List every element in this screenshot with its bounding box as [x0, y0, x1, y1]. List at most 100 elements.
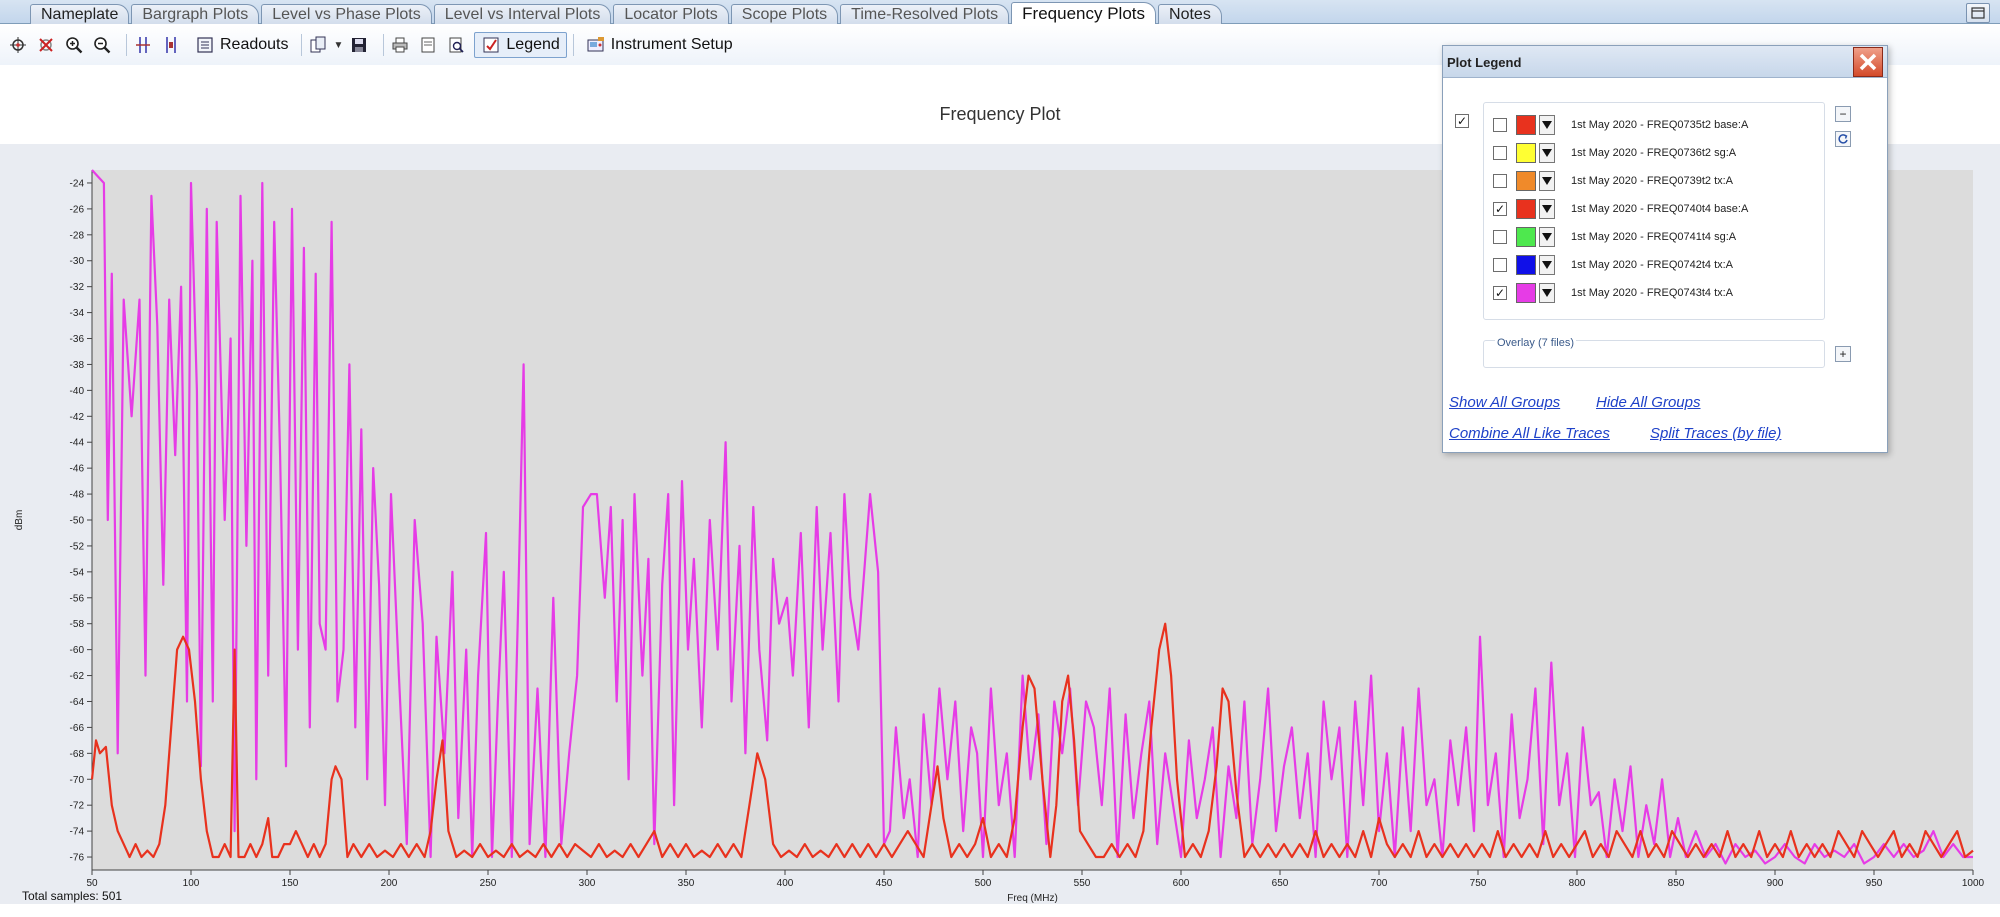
y-tick-label: -70	[70, 775, 85, 786]
y-tick-label: -44	[70, 438, 85, 449]
chevron-down-icon	[1542, 177, 1552, 185]
legend-item-checkbox[interactable]	[1493, 230, 1507, 244]
legend-dropdown-button[interactable]	[1539, 199, 1555, 219]
legend-dropdown-button[interactable]	[1539, 143, 1555, 163]
x-tick-label: 550	[1074, 878, 1091, 889]
x-tick-label: 650	[1272, 878, 1289, 889]
x-tick-label: 350	[678, 878, 695, 889]
legend-item-checkbox[interactable]: ✓	[1493, 286, 1507, 300]
x-tick-label: 600	[1173, 878, 1190, 889]
legend-item-label: 1st May 2020 - FREQ0741t4 sg:A	[1571, 231, 1737, 243]
y-tick-label: -54	[70, 567, 85, 578]
y-tick-label: -46	[70, 464, 85, 475]
refresh-icon	[1838, 134, 1848, 144]
legend-dropdown-button[interactable]	[1539, 115, 1555, 135]
legend-dropdown-button[interactable]	[1539, 283, 1555, 303]
legend-item-label: 1st May 2020 - FREQ0735t2 base:A	[1571, 119, 1749, 131]
x-tick-label: 1000	[1962, 878, 1985, 889]
group-checkbox[interactable]: ✓	[1455, 114, 1469, 128]
legend-color-swatch[interactable]	[1516, 283, 1536, 303]
chevron-down-icon	[1542, 289, 1552, 297]
legend-item-checkbox[interactable]	[1493, 118, 1507, 132]
y-tick-label: -40	[70, 386, 85, 397]
y-tick-label: -52	[70, 541, 85, 552]
legend-item-checkbox[interactable]: ✓	[1493, 202, 1507, 216]
legend-dropdown-button[interactable]	[1539, 255, 1555, 275]
show-all-groups-link[interactable]: Show All Groups	[1449, 394, 1560, 411]
close-icon	[1859, 53, 1877, 71]
legend-title: Plot Legend	[1447, 55, 1522, 70]
overlay-label: Overlay (7 files)	[1495, 337, 1577, 349]
legend-item: 1st May 2020 - FREQ0735t2 base:A	[1493, 112, 1748, 138]
y-tick-label: -26	[70, 204, 85, 215]
y-tick-label: -72	[70, 801, 85, 812]
x-tick-label: 100	[183, 878, 200, 889]
x-tick-label: 850	[1668, 878, 1685, 889]
y-tick-label: -66	[70, 723, 85, 734]
chevron-down-icon	[1542, 149, 1552, 157]
chevron-down-icon	[1542, 261, 1552, 269]
chevron-down-icon	[1542, 121, 1552, 129]
refresh-group-button[interactable]	[1835, 131, 1851, 147]
legend-dropdown-button[interactable]	[1539, 227, 1555, 247]
y-tick-label: -50	[70, 516, 85, 527]
legend-close-button[interactable]	[1853, 47, 1883, 77]
y-tick-label: -30	[70, 256, 85, 267]
y-tick-label: -60	[70, 645, 85, 656]
legend-item: 1st May 2020 - FREQ0741t4 sg:A	[1493, 224, 1736, 250]
x-tick-label: 950	[1866, 878, 1883, 889]
y-axis-label: dBm	[14, 510, 25, 531]
plus-icon: +	[1839, 347, 1847, 361]
x-tick-label: 50	[86, 878, 98, 889]
y-tick-label: -64	[70, 697, 85, 708]
x-tick-label: 800	[1569, 878, 1586, 889]
y-tick-label: -74	[70, 827, 85, 838]
chevron-down-icon	[1542, 205, 1552, 213]
master-checkbox-wrap: ✓	[1455, 112, 1469, 130]
legend-color-swatch[interactable]	[1516, 199, 1536, 219]
legend-item-label: 1st May 2020 - FREQ0743t4 tx:A	[1571, 287, 1734, 299]
x-tick-label: 700	[1371, 878, 1388, 889]
legend-color-swatch[interactable]	[1516, 143, 1536, 163]
legend-item-label: 1st May 2020 - FREQ0736t2 sg:A	[1571, 147, 1737, 159]
y-tick-label: -36	[70, 334, 85, 345]
x-tick-label: 750	[1470, 878, 1487, 889]
split-traces-link[interactable]: Split Traces (by file)	[1650, 425, 1781, 442]
x-tick-label: 200	[381, 878, 398, 889]
hide-all-groups-link[interactable]: Hide All Groups	[1596, 394, 1701, 411]
legend-item: ✓ 1st May 2020 - FREQ0743t4 tx:A	[1493, 280, 1733, 306]
y-tick-label: -48	[70, 490, 85, 501]
y-tick-label: -58	[70, 619, 85, 630]
legend-item: ✓ 1st May 2020 - FREQ0740t4 base:A	[1493, 196, 1748, 222]
collapse-group-button[interactable]: −	[1835, 106, 1851, 122]
y-tick-label: -32	[70, 282, 85, 293]
legend-item-checkbox[interactable]	[1493, 174, 1507, 188]
y-tick-label: -68	[70, 749, 85, 760]
combine-all-like-traces-link[interactable]: Combine All Like Traces	[1449, 425, 1610, 442]
legend-color-swatch[interactable]	[1516, 115, 1536, 135]
y-tick-label: -34	[70, 308, 85, 319]
y-tick-label: -24	[70, 178, 85, 189]
legend-color-swatch[interactable]	[1516, 255, 1536, 275]
x-tick-label: 500	[975, 878, 992, 889]
y-tick-label: -76	[70, 853, 85, 864]
legend-item: 1st May 2020 - FREQ0736t2 sg:A	[1493, 140, 1736, 166]
legend-color-swatch[interactable]	[1516, 227, 1536, 247]
legend-item-label: 1st May 2020 - FREQ0740t4 base:A	[1571, 203, 1749, 215]
legend-item-checkbox[interactable]	[1493, 258, 1507, 272]
expand-overlay-button[interactable]: +	[1835, 346, 1851, 362]
total-samples-label: Total samples: 501	[22, 889, 123, 903]
y-tick-label: -38	[70, 360, 85, 371]
x-tick-label: 400	[777, 878, 794, 889]
legend-color-swatch[interactable]	[1516, 171, 1536, 191]
legend-title-bar[interactable]: Plot Legend	[1443, 46, 1887, 78]
legend-item-label: 1st May 2020 - FREQ0739t2 tx:A	[1571, 175, 1734, 187]
x-axis-label: Freq (MHz)	[1007, 893, 1058, 904]
chevron-down-icon	[1542, 233, 1552, 241]
x-tick-label: 150	[282, 878, 299, 889]
legend-dropdown-button[interactable]	[1539, 171, 1555, 191]
x-tick-label: 450	[876, 878, 893, 889]
y-tick-label: -62	[70, 671, 85, 682]
legend-item-checkbox[interactable]	[1493, 146, 1507, 160]
x-tick-label: 250	[480, 878, 497, 889]
